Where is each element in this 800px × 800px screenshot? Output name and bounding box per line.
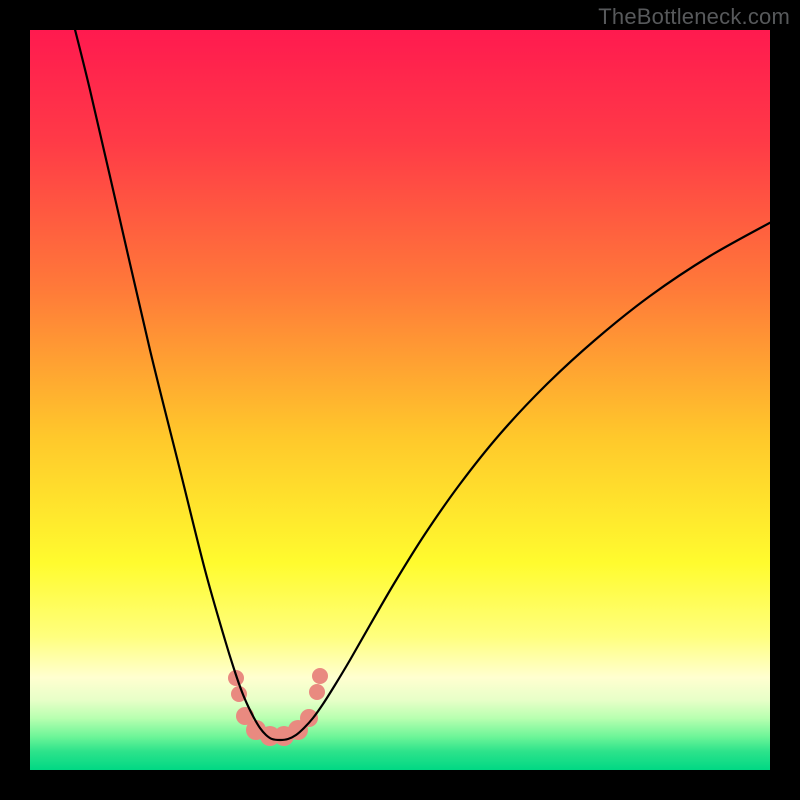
trough-blobs xyxy=(228,668,328,746)
chart-svg xyxy=(30,30,770,770)
watermark-text: TheBottleneck.com xyxy=(598,4,790,30)
trough-blob xyxy=(309,684,325,700)
trough-blob xyxy=(312,668,328,684)
v-curve xyxy=(70,30,770,740)
chart-frame xyxy=(30,30,770,770)
